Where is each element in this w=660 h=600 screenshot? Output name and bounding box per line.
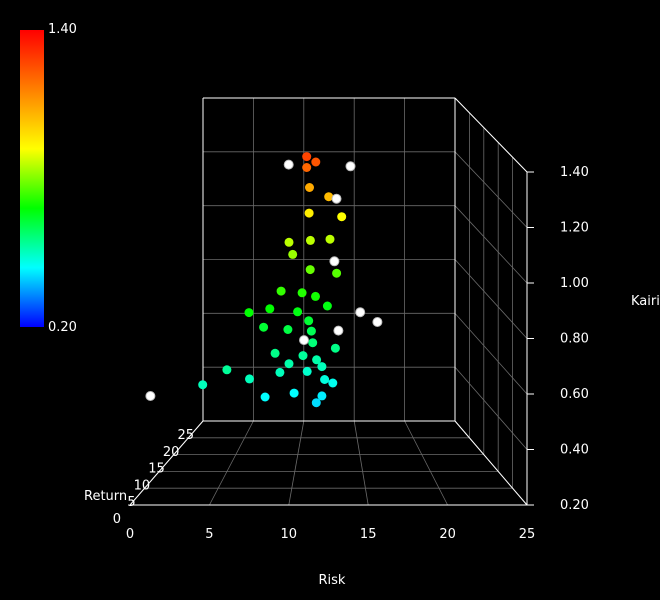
z-axis-label: Kairi	[631, 294, 660, 309]
y-tick-label: 20	[163, 445, 180, 460]
box-edge	[454, 97, 528, 173]
y-tick-label: 5	[127, 495, 135, 510]
y-tick-label: 0	[113, 512, 121, 527]
box-edge	[454, 420, 528, 506]
wall-grid-line	[454, 313, 528, 395]
x-tick-label: 15	[360, 527, 377, 542]
data-point	[198, 380, 208, 390]
data-point	[328, 378, 338, 388]
wall-grid-line	[454, 151, 528, 228]
data-point	[312, 355, 322, 365]
colorbar-gradient	[20, 30, 44, 327]
data-point	[308, 338, 318, 348]
scatter-3d-chart: 0 5 10 15 20 25 0510152025 0.200.400.600.801.…	[20, 22, 660, 588]
x-tick-label: 5	[205, 527, 213, 542]
data-point	[311, 398, 321, 408]
data-point	[222, 365, 232, 375]
z-tick-label: 0.60	[560, 387, 589, 402]
data-point	[337, 212, 347, 222]
data-point	[330, 343, 340, 353]
y-tick-label: 15	[148, 462, 165, 477]
data-point	[304, 208, 314, 218]
z-tick-label: 1.40	[560, 165, 589, 180]
data-point	[306, 326, 316, 336]
data-point	[332, 268, 342, 278]
highlight-point	[145, 391, 156, 401]
data-point	[270, 348, 280, 358]
data-point	[305, 183, 314, 192]
floor-grid-line	[288, 420, 305, 506]
data-point	[302, 152, 312, 162]
highlight-point	[299, 335, 309, 346]
y-tick-label: 25	[177, 428, 194, 443]
highlight-point	[355, 307, 366, 318]
data-point	[284, 237, 294, 247]
data-point	[276, 286, 286, 296]
colorbar: 1.40 0.20	[20, 22, 77, 335]
colorbar-max-label: 1.40	[48, 22, 77, 37]
y-axis-label: Return	[84, 489, 127, 504]
highlight-point	[345, 161, 356, 172]
data-point	[311, 157, 321, 167]
x-tick-label: 0	[126, 527, 134, 542]
z-tick-label: 1.20	[560, 221, 589, 236]
data-point	[289, 388, 299, 398]
grid-lines	[129, 97, 528, 506]
data-point	[288, 249, 298, 259]
data-point	[320, 375, 330, 384]
highlight-point	[333, 325, 344, 336]
highlight-point	[283, 159, 294, 170]
data-point	[305, 265, 315, 275]
y-tick-label: 10	[134, 478, 151, 493]
data-points	[198, 152, 347, 408]
highlight-point	[331, 193, 342, 204]
floor-grid-line	[404, 420, 448, 506]
colorbar-min-label: 0.20	[48, 320, 77, 335]
z-tick-label: 0.40	[560, 443, 589, 458]
floor-grid-line	[353, 420, 369, 506]
highlight-point	[329, 256, 340, 267]
x-tick-labels: 0 5 10 15 20 25	[126, 527, 535, 542]
z-tick-label: 0.20	[560, 498, 589, 513]
wall-grid-line	[454, 366, 528, 450]
z-tick-label: 0.80	[560, 332, 589, 347]
x-axis-label: Risk	[319, 573, 346, 588]
data-point	[325, 234, 335, 244]
data-point	[311, 291, 320, 301]
x-tick-label: 20	[439, 527, 456, 542]
data-point	[260, 392, 270, 402]
data-point	[305, 235, 315, 245]
data-point	[265, 304, 275, 314]
plot-box	[129, 97, 528, 506]
data-point	[284, 359, 294, 369]
data-point	[245, 374, 254, 384]
data-point	[298, 351, 308, 361]
data-point	[293, 307, 303, 317]
floor-grid-line	[209, 420, 254, 506]
z-tick-label: 1.00	[560, 276, 589, 291]
x-tick-label: 10	[281, 527, 298, 542]
data-point	[297, 288, 307, 298]
data-point	[259, 322, 269, 332]
data-point	[302, 366, 312, 376]
highlight-point	[372, 317, 383, 327]
data-point	[304, 316, 314, 326]
data-point	[275, 367, 285, 377]
x-tick-label: 25	[519, 527, 536, 542]
data-point	[322, 301, 332, 311]
highlight-points	[145, 159, 383, 401]
data-point	[302, 163, 312, 172]
z-tick-labels: 0.20 0.40 0.60 0.80 1.00 1.20 1.40	[527, 165, 589, 513]
data-point	[244, 308, 254, 318]
data-point	[283, 325, 293, 334]
